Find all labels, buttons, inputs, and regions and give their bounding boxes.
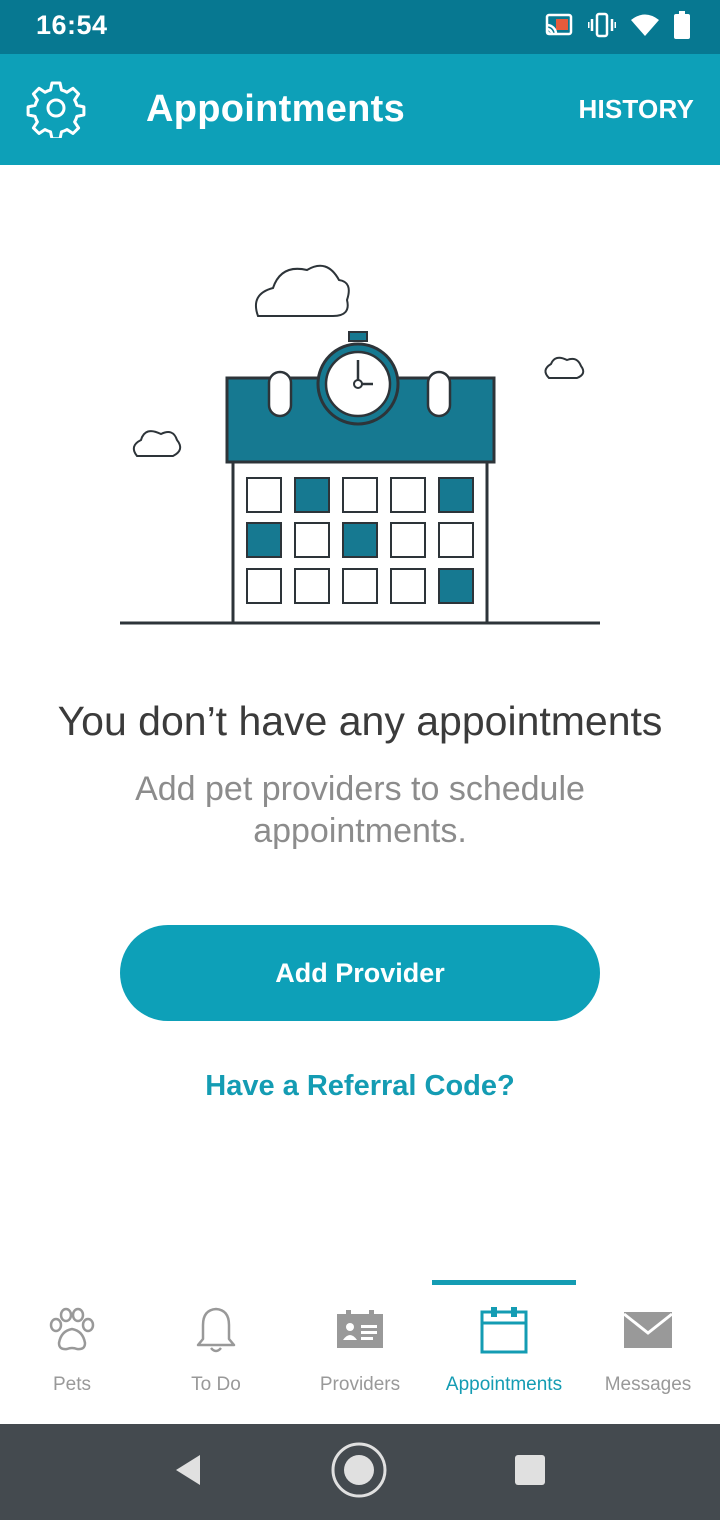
nav-item-appointments[interactable]: Appointments <box>432 1280 576 1424</box>
status-time: 16:54 <box>36 10 108 40</box>
page-title: Appointments <box>146 88 406 130</box>
app-bar: Appointments HISTORY <box>0 54 720 165</box>
status-icons <box>544 10 690 44</box>
cast-icon <box>544 13 574 42</box>
nav-item-pets[interactable]: Pets <box>0 1280 144 1424</box>
nav-item-messages[interactable]: Messages <box>576 1280 720 1424</box>
vibrate-icon <box>587 12 617 43</box>
empty-state-subtitle: Add pet providers to schedule appointmen… <box>135 770 585 850</box>
history-button[interactable]: HISTORY <box>578 94 694 125</box>
calendar-icon <box>479 1305 529 1360</box>
nav-label-messages: Messages <box>604 1374 692 1395</box>
add-provider-button[interactable]: Add Provider <box>120 925 600 1021</box>
empty-state-title: You don’t have any appointments <box>57 698 663 744</box>
gear-icon <box>26 78 86 143</box>
active-tab-indicator <box>432 1280 576 1285</box>
nav-label-pets: Pets <box>52 1374 92 1395</box>
calendar-clock-illustration <box>115 250 605 635</box>
bottom-nav: Pets To Do Providers Appointments Messag… <box>0 1280 720 1424</box>
nav-label-providers: Providers <box>319 1374 401 1395</box>
bell-icon <box>193 1305 239 1360</box>
nav-item-todo[interactable]: To Do <box>144 1280 288 1424</box>
back-button[interactable] <box>158 1442 218 1502</box>
referral-code-link[interactable]: Have a Referral Code? <box>0 1070 720 1103</box>
paw-icon <box>47 1307 97 1358</box>
wifi-icon <box>630 13 660 42</box>
nav-label-todo: To Do <box>191 1374 241 1395</box>
envelope-icon <box>623 1311 673 1354</box>
back-icon <box>172 1453 204 1492</box>
system-nav-bar <box>0 1424 720 1520</box>
nav-label-appointments: Appointments <box>445 1374 563 1395</box>
home-icon <box>330 1441 388 1504</box>
settings-button[interactable] <box>22 78 90 142</box>
nav-item-providers[interactable]: Providers <box>288 1280 432 1424</box>
battery-icon <box>674 10 690 44</box>
recents-button[interactable] <box>500 1442 560 1502</box>
id-card-icon <box>335 1308 385 1357</box>
home-button[interactable] <box>329 1442 389 1502</box>
status-bar: 16:54 <box>0 0 720 54</box>
recents-icon <box>514 1454 546 1491</box>
